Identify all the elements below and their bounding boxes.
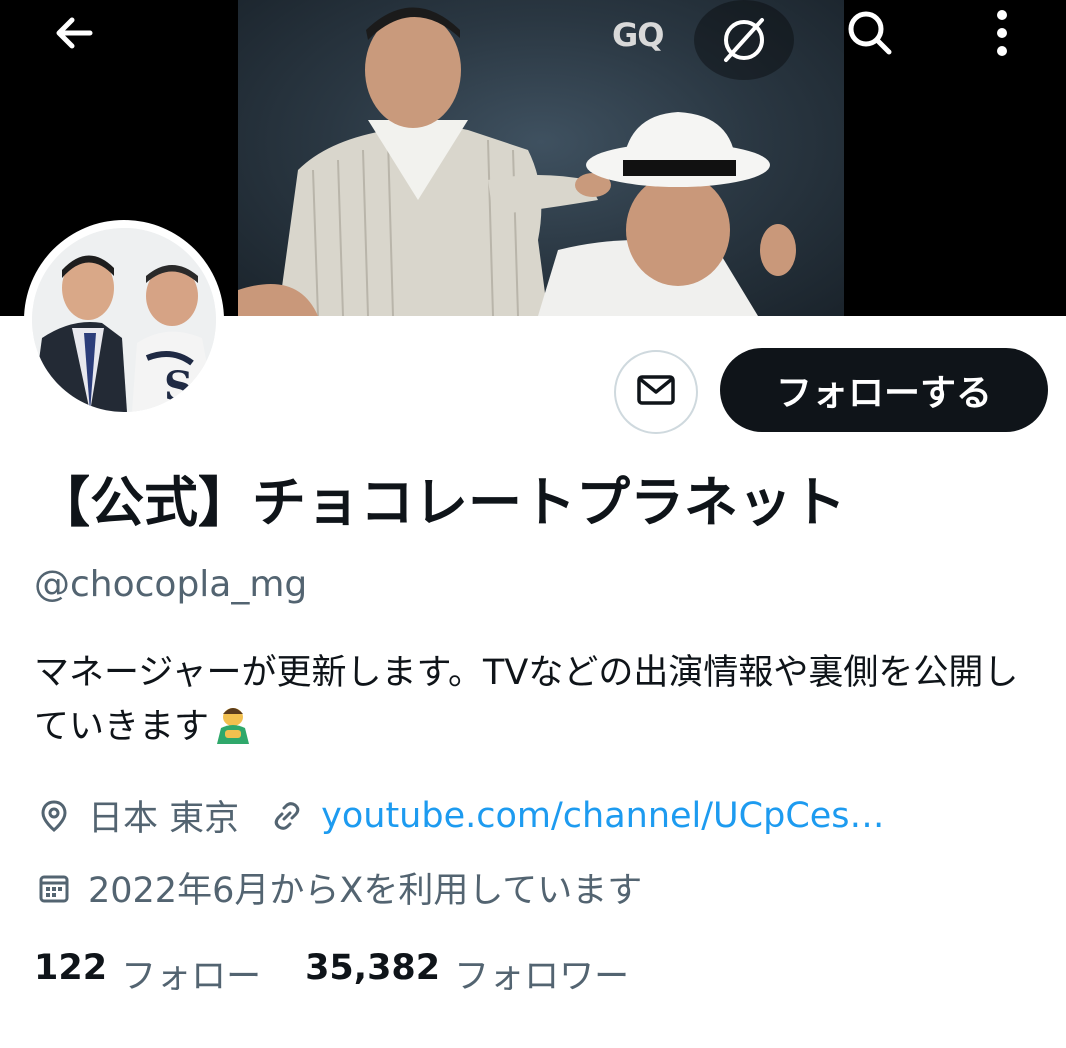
profile-meta-location-website: 日本 東京 youtube.com/channel/UCpCes…: [34, 790, 885, 841]
person-bowing-emoji-icon: [213, 704, 253, 760]
display-name: 【公式】チョコレートプラネット: [36, 471, 846, 534]
profile-bio: マネージャーが更新します。TVなどの出演情報や裏側を公開していきます: [34, 646, 1034, 760]
following-count: 122: [34, 948, 108, 988]
message-button[interactable]: [614, 350, 698, 434]
profile-meta-joined: 2022年6月からXを利用しています: [34, 862, 642, 913]
follow-button[interactable]: フォローする: [720, 348, 1048, 432]
following-link[interactable]: 122 フォロー: [34, 948, 261, 999]
location-text: 日本 東京: [88, 799, 240, 839]
banner-logo: GQ: [612, 16, 664, 54]
website-link[interactable]: youtube.com/channel/UCpCes…: [321, 796, 884, 836]
more-options-button[interactable]: [966, 0, 1038, 66]
joined-date-text: 2022年6月からXを利用しています: [88, 871, 643, 911]
envelope-icon: [634, 368, 678, 416]
sensitive-media-toggle[interactable]: [694, 0, 794, 80]
avatar[interactable]: S: [24, 220, 224, 420]
location-pin-icon: [34, 796, 74, 836]
following-label: フォロー: [121, 957, 262, 997]
followers-count: 35,382: [305, 948, 441, 988]
bio-text: マネージャーが更新します。TVなどの出演情報や裏側を公開していきます: [34, 653, 1019, 747]
followers-label: フォロワー: [454, 957, 630, 997]
avatar-image: S: [32, 228, 216, 412]
arrow-left-icon: [50, 9, 98, 57]
more-vertical-icon: [992, 7, 1012, 59]
calendar-icon: [34, 868, 74, 908]
user-handle: @chocopla_mg: [34, 564, 308, 605]
svg-text:S: S: [164, 363, 193, 410]
link-icon: [267, 796, 307, 836]
followers-link[interactable]: 35,382 フォロワー: [305, 948, 629, 999]
search-icon: [844, 7, 896, 59]
search-button[interactable]: [830, 0, 910, 66]
eye-off-icon: [716, 12, 772, 68]
back-button[interactable]: [38, 0, 110, 66]
follow-stats: 122 フォロー 35,382 フォロワー: [34, 948, 673, 999]
